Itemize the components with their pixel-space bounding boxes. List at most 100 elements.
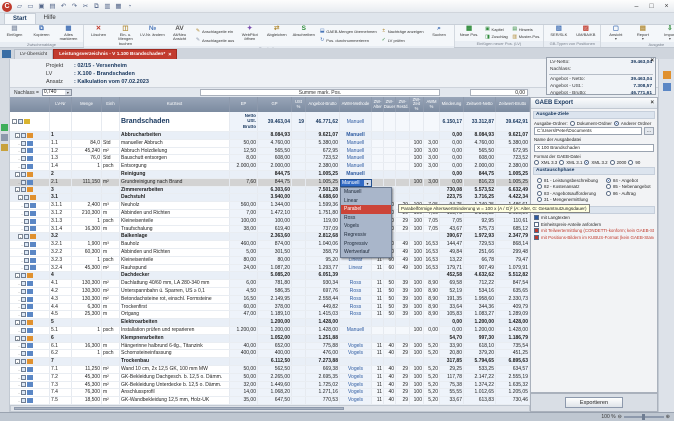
open-icon[interactable]: ▭ (26, 2, 35, 11)
table-row[interactable]: -1Abbrucharbeiten8.084,939.621,07Manuell… (10, 132, 530, 140)
new-file-icon[interactable]: ▱ (15, 2, 24, 11)
phase-radio[interactable] (606, 178, 611, 183)
option-checkbox[interactable] (534, 215, 539, 220)
table-row[interactable]: –3.2.445,300m²Rauhspund24,001.087,201.29… (10, 265, 530, 273)
table-row[interactable]: –1.245,240m²Abbruch Holzdielung12,50565,… (10, 148, 530, 156)
column-header[interactable]: Kurztext (120, 97, 230, 112)
column-header[interactable]: Minderung (440, 97, 464, 112)
export-button[interactable]: Exportieren (565, 397, 623, 408)
column-header[interactable]: ZW-Alter (372, 97, 384, 112)
table-row[interactable]: -3.1Dachstuhl3.940,004.688,60223,753.716… (10, 194, 530, 202)
table-row[interactable]: -3.2Balkenlage2.363,602.812,68390,671.97… (10, 233, 530, 241)
zoom-slider-thumb[interactable] (642, 414, 645, 420)
row-checkbox[interactable] (21, 133, 26, 138)
expand-icon[interactable]: - (15, 336, 20, 341)
expand-icon[interactable]: - (15, 273, 20, 278)
nachlass-combobox[interactable]: 0,740 ▾ (42, 89, 72, 96)
ribbon-button[interactable]: ✕Löschen (85, 25, 112, 46)
zoom-out-icon[interactable]: ⊖ (618, 414, 622, 420)
horizontal-scrollbar[interactable] (10, 405, 530, 412)
ribbon-button[interactable]: ↻Pos. durchnummerieren (319, 37, 376, 43)
phase-radio[interactable] (537, 184, 542, 189)
document-tab[interactable]: LV-Übersicht (14, 49, 53, 59)
option-checkbox[interactable] (534, 222, 539, 227)
table-row[interactable]: -BrandschadenNetto USt. Brutto39.463,041… (10, 112, 530, 132)
expand-icon[interactable]: - (12, 119, 17, 124)
table-row[interactable]: –4.3130,300m²Betondachsteine rot, einsch… (10, 296, 530, 304)
phase-radio[interactable] (537, 197, 542, 202)
properties-tab-icon[interactable] (663, 71, 671, 79)
row-checkbox[interactable] (21, 304, 26, 309)
minimize-button[interactable]: – (629, 1, 644, 12)
expand-icon[interactable]: - (18, 195, 23, 200)
table-row[interactable]: –3.1.416,300mTraufschalung38,00619,40737… (10, 226, 530, 234)
format-radio[interactable] (628, 160, 633, 165)
ribbon-button[interactable]: ✎Anschlagzeile ein (195, 28, 234, 34)
row-checkbox[interactable] (21, 390, 26, 395)
format-radio[interactable] (534, 160, 539, 165)
expand-icon[interactable]: - (15, 320, 20, 325)
navigator-icon[interactable] (1, 124, 8, 131)
option-checkbox[interactable] (534, 228, 539, 233)
row-checkbox[interactable] (21, 367, 26, 372)
row-checkbox[interactable] (21, 289, 26, 294)
ribbon-button[interactable]: ◫Ein- u. Mengen buchen (112, 25, 139, 46)
row-checkbox[interactable] (21, 281, 26, 286)
table-row[interactable]: –1.376,0StdBauschutt entsorgen8,00608,00… (10, 155, 530, 163)
dropdown-item-parabel[interactable]: Parabel (341, 205, 391, 214)
row-checkbox[interactable] (21, 172, 26, 177)
table-row[interactable]: –3.2.260,300mAbbinden und Richten5,00301… (10, 249, 530, 257)
paste-icon[interactable]: ▥ (103, 2, 112, 11)
column-header[interactable]: Einh (102, 97, 120, 112)
awm-method-combobox[interactable]: Manuell ▾ (340, 179, 372, 187)
ribbon-button[interactable]: AVAlt/Neu Ansicht (166, 25, 193, 46)
chevron-down-icon[interactable]: ▾ (364, 180, 371, 186)
settings-icon[interactable]: ◔ (125, 2, 134, 11)
table-row[interactable]: –3.2.31pschKleineisenteile80,0080,0095,2… (10, 257, 530, 265)
ribbon-button[interactable]: ✎Anschlagzeile aus (195, 37, 234, 43)
table-row[interactable]: –7.111,250m²Wand 10 cm, 2x 12,5 GK, 100 … (10, 366, 530, 374)
close-icon[interactable]: × (168, 52, 171, 58)
expand-icon[interactable]: - (18, 234, 23, 239)
ribbon-button[interactable]: ⬓GAEB-Mengen übernehmen (319, 28, 376, 34)
row-checkbox[interactable] (24, 258, 29, 263)
column-header[interactable]: Zeitwert-Netto (464, 97, 496, 112)
chevron-down-icon[interactable]: ▾ (65, 90, 71, 95)
option-checkbox[interactable] (534, 235, 539, 240)
folder-radio[interactable] (570, 121, 575, 126)
table-row[interactable]: –3.1.31pschKleineisenteile100,00100,0011… (10, 218, 530, 226)
column-header[interactable]: AWM-Methode (340, 97, 372, 112)
ribbon-button[interactable]: ▢Ansicht ▾ (602, 25, 629, 42)
table-row[interactable]: -4Dachdecker5.085,206.051,39452,584.632,… (10, 272, 530, 280)
ribbon-button[interactable]: №LV-Nr. ändern (139, 25, 166, 46)
ribbon-button[interactable]: ▨UM/BA/KB (572, 25, 599, 41)
row-checkbox[interactable] (24, 195, 29, 200)
maximize-button[interactable]: □ (644, 1, 659, 12)
cut-icon[interactable]: ✂ (81, 2, 90, 11)
column-header[interactable]: EP (230, 97, 258, 112)
ribbon-button[interactable]: ±Nachträge anzeigen (381, 28, 424, 34)
close-button[interactable]: × (659, 1, 674, 12)
redo-icon[interactable]: ↷ (70, 2, 79, 11)
column-header[interactable]: USt % (292, 97, 306, 112)
row-checkbox[interactable] (21, 297, 26, 302)
catalog-tab-icon[interactable] (663, 83, 671, 91)
row-checkbox[interactable] (24, 211, 29, 216)
row-checkbox[interactable] (21, 382, 26, 387)
table-row[interactable]: –7.518,500m²GK-Wandbekleidung 12,5 mm, H… (10, 397, 530, 405)
table-row[interactable]: –6.21pschSchornsteineinfassung400,00400,… (10, 350, 530, 358)
row-checkbox[interactable] (21, 156, 26, 161)
filter-icon[interactable] (1, 144, 8, 151)
table-row[interactable]: –5.11pschInstallation prüfen und reparie… (10, 327, 530, 335)
phase-radio[interactable] (537, 191, 542, 196)
table-row[interactable]: –2.1111,150m²Grundreinigung nach Brand7,… (10, 179, 530, 187)
table-row[interactable]: –4.1130,300m²Dachlattung 40/60 mm, LA 28… (10, 280, 530, 288)
row-checkbox[interactable] (24, 242, 29, 247)
row-checkbox[interactable] (21, 164, 26, 169)
column-header[interactable] (10, 97, 50, 112)
browse-button[interactable]: ... (644, 127, 654, 135)
expand-icon[interactable]: - (15, 187, 20, 192)
column-header[interactable]: ZW-Zeit % (410, 97, 424, 112)
table-row[interactable]: –7.345,300m²GK-Bekleidung Unterdecke b. … (10, 382, 530, 390)
ribbon-button[interactable]: ▦Alles markieren (55, 25, 82, 42)
